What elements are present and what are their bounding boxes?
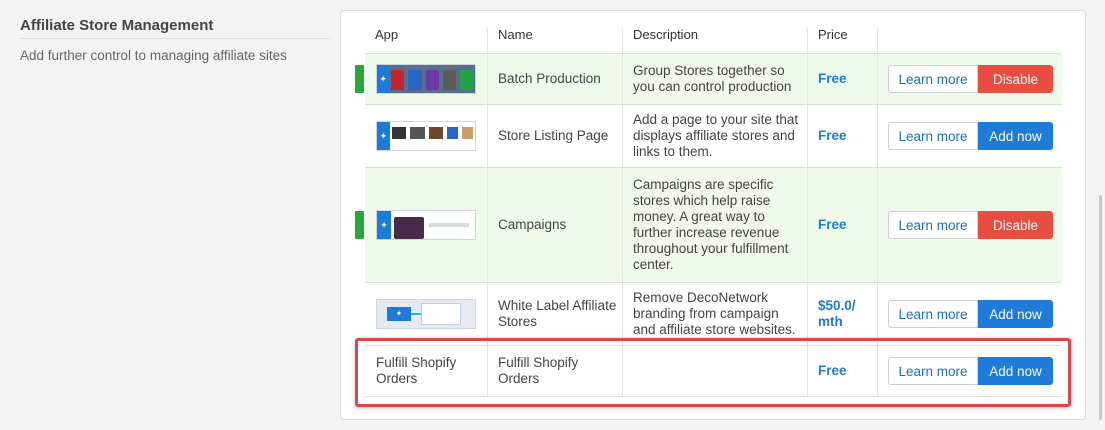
add-now-button[interactable]: Add now [978, 300, 1053, 328]
action-cell: Learn more Add now [877, 346, 1062, 396]
table-header: App Name Description Price [365, 27, 1062, 54]
app-price: Free [807, 105, 877, 167]
learn-more-button[interactable]: Learn more [888, 211, 978, 239]
apps-table: App Name Description Price ✦ Batch Produ… [355, 27, 1062, 397]
app-label: Fulfill Shopify Orders [376, 355, 457, 386]
app-description [622, 346, 807, 396]
store-tile-icon [410, 127, 425, 139]
add-now-button[interactable]: Add now [978, 122, 1053, 150]
store-listing-thumbnail: ✦ [376, 121, 476, 151]
action-cell: Learn more Add now [877, 105, 1062, 167]
learn-more-button[interactable]: Learn more [888, 357, 978, 385]
header-app: App [375, 27, 399, 42]
shirt-icon [459, 70, 473, 90]
shirt-icon [425, 70, 439, 90]
store-tile-icon [462, 127, 474, 139]
app-price: Free [807, 54, 877, 104]
app-thumbnail-cell: ✦ [365, 168, 487, 282]
campaigns-thumbnail: ✦ [376, 210, 476, 240]
app-logo-icon: ✦ [377, 122, 390, 150]
section-description: Add further control to managing affiliat… [20, 48, 287, 63]
enabled-indicator [355, 65, 364, 93]
header-price: Price [807, 27, 877, 53]
app-logo-icon: ✦ [377, 65, 390, 93]
disable-button[interactable]: Disable [978, 65, 1053, 93]
apps-panel: App Name Description Price ✦ Batch Produ… [340, 10, 1086, 420]
action-cell: Learn more Disable [877, 168, 1062, 282]
shirt-icon [391, 70, 405, 90]
section-divider [20, 38, 330, 39]
store-tile-icon [391, 127, 407, 139]
section-title: Affiliate Store Management [20, 17, 214, 34]
header-actions [877, 27, 1062, 53]
shirt-icon [408, 70, 422, 90]
app-price: $50.0/ mth [807, 283, 877, 345]
add-now-button[interactable]: Add now [978, 357, 1053, 385]
enabled-indicator [355, 211, 364, 239]
app-price: Free [807, 346, 877, 396]
campaign-image-icon [394, 217, 424, 239]
shirt-icon [442, 70, 456, 90]
app-description: Add a page to your site that displays af… [622, 105, 807, 167]
learn-more-button[interactable]: Learn more [888, 122, 978, 150]
table-row: ✦ Campaigns Campaigns are specific store… [355, 168, 1062, 283]
arrow-icon [411, 313, 421, 315]
store-tile-icon [428, 127, 444, 139]
table-row: Fulfill Shopify Orders Fulfill Shopify O… [365, 346, 1062, 397]
white-label-thumbnail: ✦ [376, 299, 476, 329]
table-row: ✦ White Label Affiliate Stores Remove De… [365, 283, 1062, 346]
disable-button[interactable]: Disable [978, 211, 1053, 239]
scrollbar[interactable] [1099, 195, 1102, 420]
app-description: Group Stores together so you can control… [622, 54, 807, 104]
action-cell: Learn more Add now [877, 283, 1062, 345]
app-thumbnail-cell: ✦ [365, 105, 487, 167]
app-thumbnail-cell: ✦ [365, 283, 487, 345]
app-thumbnail-cell: ✦ [365, 54, 487, 104]
learn-more-button[interactable]: Learn more [888, 65, 978, 93]
learn-more-button[interactable]: Learn more [888, 300, 978, 328]
app-name: White Label Affiliate Stores [487, 283, 622, 345]
store-tile-icon [447, 127, 459, 139]
app-name: Store Listing Page [487, 105, 622, 167]
app-name: Campaigns [487, 168, 622, 282]
app-name: Batch Production [487, 54, 622, 104]
action-cell: Learn more Disable [877, 54, 1062, 104]
app-description: Remove DecoNetwork branding from campaig… [622, 283, 807, 345]
app-description: Campaigns are specific stores which help… [622, 168, 807, 282]
campaign-text-icon [429, 223, 469, 227]
batch-production-thumbnail: ✦ [376, 64, 476, 94]
app-logo-icon: ✦ [377, 211, 391, 239]
website-preview-icon [421, 303, 461, 325]
app-name: Fulfill Shopify Orders [487, 346, 622, 396]
table-row: ✦ Batch Production Group Stores together… [355, 54, 1062, 105]
table-row: ✦ Store Listing Page Add a page to your … [365, 105, 1062, 168]
header-name: Name [487, 27, 622, 53]
app-price: Free [807, 168, 877, 282]
brand-logo-icon: ✦ [387, 307, 411, 321]
header-description: Description [622, 27, 807, 53]
